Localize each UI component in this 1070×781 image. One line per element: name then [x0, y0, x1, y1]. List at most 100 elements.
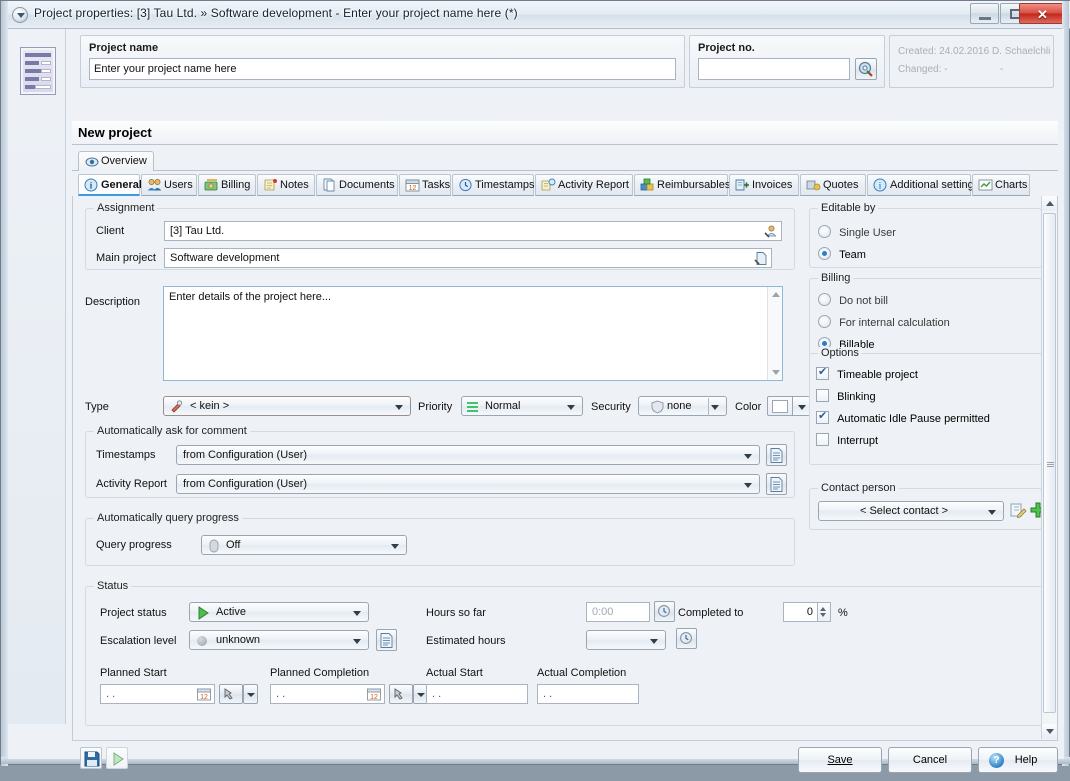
tab-additional-settings[interactable]: iAdditional settings	[867, 174, 971, 196]
auto-comment-timestamps-value: from Configuration (User)	[183, 449, 307, 461]
checkbox-timeable-project[interactable]: Timeable project	[816, 367, 918, 381]
tab-billing[interactable]: Billing	[198, 174, 256, 196]
billing-title: Billing	[818, 272, 853, 284]
scroll-up-button[interactable]	[1042, 196, 1057, 211]
type-combo[interactable]: < kein >	[163, 396, 411, 416]
tab-activity-report[interactable]: Activity Report	[535, 174, 633, 196]
tab-tasks[interactable]: 12Tasks	[399, 174, 451, 196]
radio-team[interactable]: Team	[818, 247, 866, 261]
hours-so-far-clock-button[interactable]	[654, 601, 675, 622]
contact-person-combo[interactable]: < Select contact >	[818, 501, 1004, 521]
description-scrollbar[interactable]	[767, 287, 782, 380]
checkbox-timeable-project-label: Timeable project	[837, 369, 918, 381]
project-no-generate-button[interactable]	[855, 58, 877, 80]
tab-invoices[interactable]: Invoices	[729, 174, 799, 196]
changed-text: Changed: -	[898, 64, 947, 75]
new-project-banner: New project	[72, 121, 1058, 145]
svg-text:12: 12	[200, 694, 208, 701]
planned-start-pick-button[interactable]	[219, 684, 243, 704]
actual-completion-field[interactable]: . .	[537, 684, 639, 704]
tab-overview-label: Overview	[101, 155, 147, 167]
auto-comment-activity-combo[interactable]: from Configuration (User)	[176, 474, 760, 494]
planned-completion-field[interactable]: . . 12	[270, 684, 385, 704]
cancel-button[interactable]: Cancel	[888, 747, 972, 773]
main-project-picker-icon[interactable]	[753, 251, 768, 266]
calendar-icon[interactable]: 12	[367, 687, 381, 701]
save-button-label: Save	[827, 754, 852, 766]
radio-single-user[interactable]: Single User	[818, 225, 896, 239]
estimated-hours-clock-button[interactable]	[676, 628, 697, 649]
checkbox-auto-idle-pause-label: Automatic Idle Pause permitted	[837, 413, 990, 425]
radio-internal-calculation[interactable]: For internal calculation	[818, 315, 950, 329]
project-name-input[interactable]	[89, 58, 676, 80]
scrollbar-thumb[interactable]	[1043, 213, 1056, 713]
tab-notes[interactable]: Notes	[257, 174, 315, 196]
project-no-input[interactable]	[698, 58, 850, 80]
save-button[interactable]: Save	[798, 747, 882, 773]
radio-do-not-bill[interactable]: Do not bill	[818, 293, 888, 307]
stepper-up-icon[interactable]	[820, 607, 826, 611]
contact-person-edit-button[interactable]	[1008, 501, 1028, 521]
client-picker-icon[interactable]	[763, 224, 778, 239]
tab-quotes[interactable]: Quotes	[800, 174, 866, 196]
checkbox-blinking[interactable]: Blinking	[816, 389, 876, 403]
auto-comment-activity-label: Activity Report	[96, 478, 167, 490]
priority-label: Priority	[418, 401, 452, 413]
hours-so-far-field[interactable]: 0:00	[586, 602, 650, 622]
tab-label: General	[101, 179, 142, 191]
description-textarea[interactable]: Enter details of the project here...	[163, 286, 783, 381]
editable-by-group: Editable by Single User Team	[809, 208, 1042, 268]
escalation-level-combo[interactable]: unknown	[189, 630, 369, 650]
scroll-down-button[interactable]	[1042, 724, 1057, 739]
scroll-up-icon[interactable]	[772, 292, 780, 297]
radio-team-label: Team	[839, 249, 866, 261]
quick-start-button[interactable]	[106, 747, 128, 769]
checkbox-interrupt[interactable]: Interrupt	[816, 433, 878, 447]
auto-comment-timestamps-doc-button[interactable]	[766, 444, 787, 466]
scroll-down-icon[interactable]	[772, 370, 780, 375]
checkbox-indicator	[816, 411, 829, 424]
stepper-down-icon[interactable]	[820, 613, 826, 617]
chart-icon	[978, 178, 993, 193]
planned-start-pick-dropdown[interactable]	[243, 684, 258, 704]
minimize-button[interactable]	[970, 3, 999, 24]
description-label: Description	[85, 296, 140, 308]
planned-start-field[interactable]: . . 12	[100, 684, 215, 704]
priority-combo[interactable]: Normal	[461, 396, 583, 416]
close-button[interactable]: ✕	[1019, 3, 1064, 24]
color-swatch-button[interactable]	[767, 396, 793, 416]
users-icon	[147, 178, 162, 193]
checkbox-indicator	[816, 433, 829, 446]
tab-reimbursables[interactable]: Reimbursables	[634, 174, 728, 196]
planned-completion-pick-button[interactable]	[389, 684, 413, 704]
calendar-icon[interactable]: 12	[197, 687, 211, 701]
radio-internal-calculation-label: For internal calculation	[839, 317, 950, 329]
tab-timestamps[interactable]: Timestamps	[452, 174, 534, 196]
radio-indicator	[818, 225, 831, 238]
auto-comment-timestamps-combo[interactable]: from Configuration (User)	[176, 445, 760, 465]
auto-comment-activity-doc-button[interactable]	[766, 473, 787, 495]
page-title: New project	[78, 125, 152, 140]
completed-to-stepper[interactable]	[818, 602, 831, 622]
tab-users[interactable]: Users	[141, 174, 197, 196]
main-project-field[interactable]: Software development	[164, 248, 772, 268]
quick-save-button[interactable]	[80, 747, 102, 769]
checkbox-auto-idle-pause[interactable]: Automatic Idle Pause permitted	[816, 411, 990, 425]
security-combo[interactable]: none	[638, 396, 727, 416]
chevron-down-icon	[988, 510, 996, 515]
checkbox-indicator	[816, 367, 829, 380]
priority-level-icon	[467, 401, 478, 412]
actual-start-field[interactable]: . .	[426, 684, 528, 704]
tab-general[interactable]: iGeneral	[78, 174, 140, 196]
client-field[interactable]: [3] Tau Ltd.	[164, 221, 782, 241]
query-progress-combo[interactable]: Off	[201, 535, 407, 555]
tab-charts[interactable]: Charts	[972, 174, 1030, 196]
panel-scrollbar[interactable]	[1041, 196, 1057, 739]
tab-overview[interactable]: Overview	[78, 151, 154, 171]
project-status-combo[interactable]: Active	[189, 602, 369, 622]
escalation-doc-button[interactable]	[376, 629, 397, 651]
help-button[interactable]: ? Help	[978, 747, 1058, 773]
completed-to-field[interactable]: 0	[783, 602, 818, 622]
tab-documents[interactable]: Documents	[316, 174, 398, 196]
estimated-hours-combo[interactable]	[586, 630, 666, 650]
